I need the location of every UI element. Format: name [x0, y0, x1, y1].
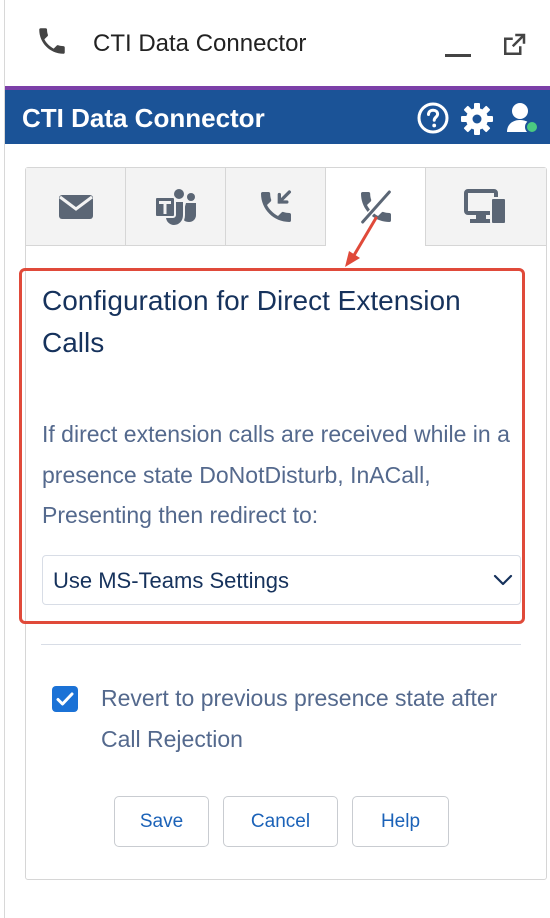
section-title: Configuration for Direct Extension Calls [42, 285, 461, 358]
redirect-select-value: Use MS-Teams Settings [53, 568, 289, 593]
help-icon[interactable] [417, 102, 449, 134]
tab-incoming-calls[interactable] [226, 168, 326, 246]
window-title: CTI Data Connector [93, 30, 307, 57]
tab-email[interactable] [26, 168, 126, 246]
envelope-icon [58, 194, 93, 219]
app-header: CTI Data Connector [5, 90, 550, 144]
tab-screen-share[interactable] [426, 168, 546, 246]
redirect-select[interactable]: Use MS-Teams Settings [42, 555, 521, 605]
tab-ms-teams[interactable] [126, 168, 226, 246]
save-button[interactable]: Save [114, 796, 209, 847]
divider [41, 644, 521, 645]
phone-icon [39, 28, 65, 54]
redirect-description: If direct extension calls are received w… [42, 421, 510, 528]
app-title: CTI Data Connector [22, 103, 265, 133]
popout-icon[interactable] [499, 30, 529, 60]
annotation-arrow-icon [345, 216, 378, 267]
revert-presence-label: Revert to previous presence state after … [101, 685, 498, 752]
ms-teams-icon [153, 188, 196, 227]
gear-icon[interactable] [460, 102, 494, 136]
tab-bar [26, 168, 546, 246]
window-titlebar: CTI Data Connector [5, 0, 550, 88]
cancel-button[interactable]: Cancel [223, 796, 338, 847]
incoming-call-icon [260, 189, 291, 222]
checkmark-icon [56, 692, 74, 706]
minimize-button[interactable] [443, 22, 473, 62]
user-status-icon[interactable] [505, 100, 539, 136]
revert-presence-checkbox[interactable] [52, 686, 78, 712]
chevron-down-icon [493, 574, 513, 586]
cti-window: CTI Data Connector CTI Data Connector Co… [4, 0, 550, 918]
screen-share-icon [464, 188, 507, 225]
help-button[interactable]: Help [352, 796, 449, 847]
minimize-icon [445, 54, 471, 57]
